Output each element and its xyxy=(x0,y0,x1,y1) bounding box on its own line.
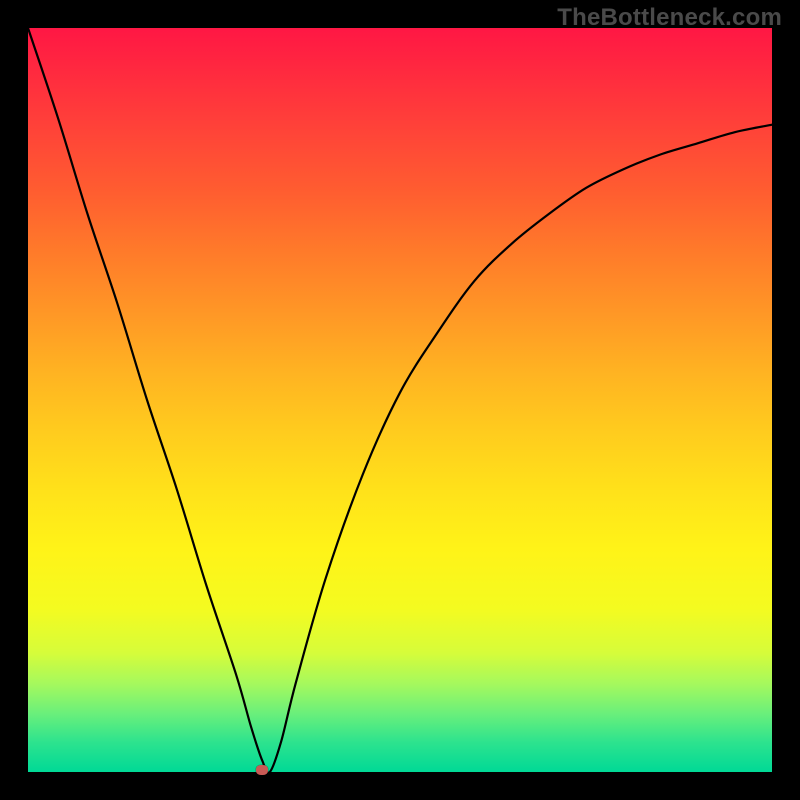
bottleneck-curve xyxy=(28,28,772,772)
chart-frame: TheBottleneck.com xyxy=(0,0,800,800)
optimal-marker xyxy=(256,765,268,775)
plot-area xyxy=(28,28,772,772)
